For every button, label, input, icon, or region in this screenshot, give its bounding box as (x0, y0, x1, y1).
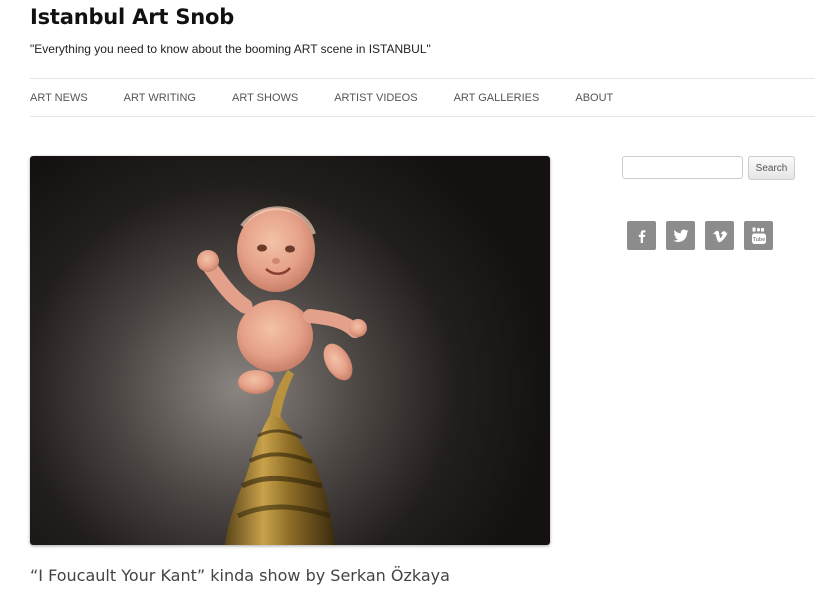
nav-item-art-news[interactable]: ART NEWS (30, 92, 88, 104)
vimeo-icon (712, 230, 727, 242)
svg-text:Tube: Tube (752, 237, 765, 243)
nav-item-art-shows[interactable]: ART SHOWS (232, 92, 298, 104)
youtube-link[interactable]: Tube (744, 221, 773, 250)
vimeo-link[interactable] (705, 221, 734, 250)
featured-image[interactable] (30, 156, 550, 545)
nav-item-about[interactable]: ABOUT (575, 92, 613, 104)
nav-item-art-writing[interactable]: ART WRITING (124, 92, 196, 104)
nav-item-artist-videos[interactable]: ARTIST VIDEOS (334, 92, 417, 104)
facebook-icon (638, 229, 645, 243)
baby-doll-sculpture-image (197, 206, 367, 545)
site-title[interactable]: Istanbul Art Snob (30, 5, 234, 29)
search-input[interactable] (622, 156, 743, 179)
site-tagline: "Everything you need to know about the b… (30, 42, 431, 56)
facebook-link[interactable] (627, 221, 656, 250)
main-navigation: ART NEWS ART WRITING ART SHOWS ARTIST VI… (30, 78, 815, 117)
twitter-icon (672, 229, 688, 242)
search-button[interactable]: Search (748, 156, 795, 180)
youtube-icon: Tube (751, 227, 766, 244)
nav-item-art-galleries[interactable]: ART GALLERIES (454, 92, 540, 104)
post-title[interactable]: “I Foucault Your Kant” kinda show by Ser… (30, 566, 450, 585)
twitter-link[interactable] (666, 221, 695, 250)
